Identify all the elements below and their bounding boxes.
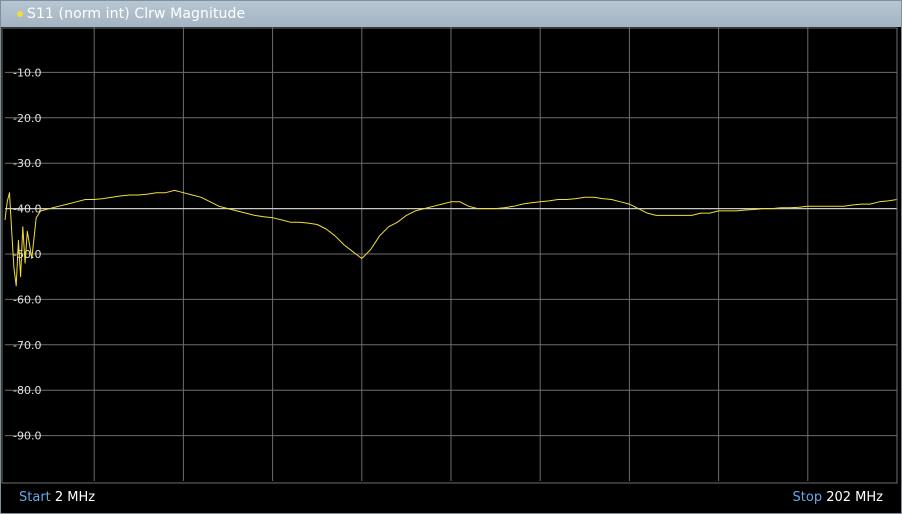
- y-tick-label: -10.0: [13, 66, 41, 79]
- start-frequency[interactable]: Start 2 MHz: [19, 490, 95, 505]
- trace-indicator-icon: [17, 11, 23, 17]
- y-tick-label: -40.0: [13, 203, 41, 216]
- y-tick-label: -90.0: [13, 430, 41, 443]
- stop-frequency[interactable]: Stop 202 MHz: [793, 490, 883, 505]
- trace-title-bar[interactable]: S11 (norm int) Clrw Magnitude: [1, 1, 901, 28]
- y-tick-label: -30.0: [13, 157, 41, 170]
- y-tick-label: -70.0: [13, 339, 41, 352]
- trace-title: S11 (norm int) Clrw Magnitude: [27, 6, 246, 22]
- y-tick-label: -60.0: [13, 293, 41, 306]
- y-tick-label: -20.0: [13, 112, 41, 125]
- y-tick-label: -80.0: [13, 384, 41, 397]
- trace-plot[interactable]: -10.0-20.0-30.0-40.0-50.0-60.0-70.0-80.0…: [1, 27, 901, 485]
- stop-value: 202 MHz: [826, 490, 883, 505]
- start-value: 2 MHz: [54, 490, 96, 505]
- analyzer-window: S11 (norm int) Clrw Magnitude -10.0 -20.0…: [0, 0, 902, 514]
- stop-label: Stop: [792, 490, 823, 505]
- sweep-footer: Start 2 MHz Stop 202 MHz: [1, 485, 901, 513]
- start-label: Start: [19, 490, 51, 505]
